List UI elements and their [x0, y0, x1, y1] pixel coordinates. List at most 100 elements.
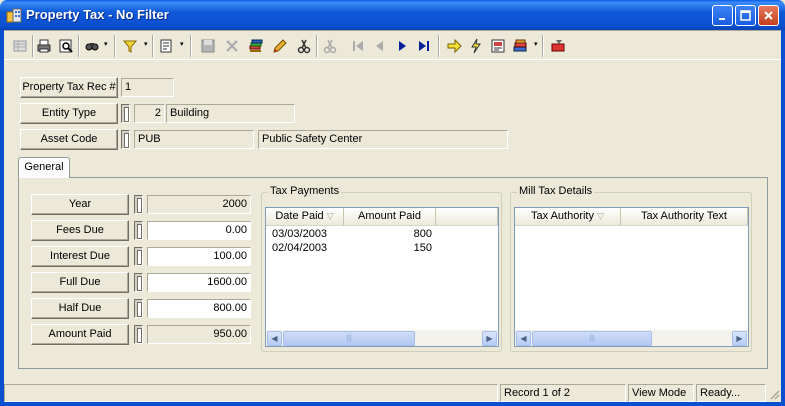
jump-button[interactable] [444, 36, 464, 56]
maximize-icon [740, 10, 751, 21]
scroll-right-icon[interactable]: ▶ [482, 331, 497, 346]
find-button[interactable] [82, 36, 102, 56]
undo-icon [297, 39, 311, 54]
asset-code-field[interactable]: PUB [134, 130, 254, 149]
cut-icon [323, 39, 337, 54]
half-due-label[interactable]: Half Due [31, 298, 129, 319]
amount-paid-field[interactable]: 950.00 [147, 325, 251, 344]
grid-icon [13, 40, 27, 52]
amount-paid-label[interactable]: Amount Paid [31, 324, 129, 345]
scroll-left-icon[interactable]: ◀ [267, 331, 282, 346]
scroll-thumb[interactable]: ||| [283, 331, 415, 346]
entity-type-desc-field: Building [166, 104, 295, 123]
lightning-icon [471, 38, 481, 54]
first-record-button[interactable] [348, 36, 368, 56]
asset-code-desc-field: Public Safety Center [258, 130, 508, 149]
tax-payments-list[interactable]: Date Paid ▽ Amount Paid 03/03/2003 800 0… [265, 207, 499, 347]
preview-button[interactable] [56, 36, 76, 56]
filter-button[interactable] [120, 36, 140, 56]
grid-button[interactable] [10, 36, 30, 56]
table-row-date[interactable]: 02/04/2003 [272, 241, 327, 255]
close-button[interactable] [758, 5, 779, 26]
last-record-button[interactable] [414, 36, 434, 56]
column-header-blank [436, 208, 498, 226]
filter-icon [122, 40, 138, 53]
amount-paid-handle[interactable] [134, 325, 143, 344]
column-header-tax-authority[interactable]: Tax Authority ▽ [515, 208, 621, 226]
edit-button[interactable] [270, 36, 290, 56]
minimize-button[interactable] [712, 5, 733, 26]
entity-type-lookup-handle[interactable] [121, 104, 130, 123]
tab-general[interactable]: General [18, 157, 70, 178]
scroll-left-icon[interactable]: ◀ [516, 331, 531, 346]
last-record-icon [419, 41, 429, 51]
cut-button[interactable] [320, 36, 340, 56]
asset-code-label[interactable]: Asset Code [20, 129, 118, 150]
find-dropdown[interactable]: ▾ [104, 41, 110, 48]
exit-button[interactable] [548, 36, 568, 56]
entity-type-label[interactable]: Entity Type [20, 103, 118, 124]
scroll-thumb[interactable]: ||| [532, 331, 652, 346]
column-header-date-paid[interactable]: Date Paid ▽ [266, 208, 344, 226]
exit-icon [551, 40, 565, 52]
entity-type-code-field[interactable]: 2 [134, 104, 165, 123]
report-icon [160, 39, 172, 53]
full-due-handle[interactable] [134, 273, 143, 292]
table-row-date[interactable]: 03/03/2003 [272, 227, 327, 241]
half-due-handle[interactable] [134, 299, 143, 318]
title-bar: Property Tax - No Filter [0, 0, 785, 30]
first-record-icon [353, 41, 363, 51]
asset-code-lookup-handle[interactable] [121, 130, 130, 149]
table-row-amount[interactable]: 150 [346, 241, 432, 255]
toolbar: ▾ ▾ ▾ ▾ [4, 30, 781, 60]
delete-button[interactable] [222, 36, 242, 56]
minimize-icon [718, 17, 725, 20]
app-icon [6, 8, 22, 23]
property-tax-rec-field[interactable]: 1 [121, 78, 174, 97]
next-record-button[interactable] [392, 36, 412, 56]
interest-due-handle[interactable] [134, 247, 143, 266]
lookup-icon [491, 39, 505, 53]
mill-tax-hscroll[interactable]: ◀ ||| ▶ [515, 329, 748, 346]
year-handle[interactable] [134, 195, 143, 214]
resize-grip-icon[interactable] [768, 388, 780, 400]
undo-button[interactable] [294, 36, 314, 56]
save-button[interactable] [198, 36, 218, 56]
report-button[interactable] [156, 36, 176, 56]
property-tax-rec-label[interactable]: Property Tax Rec # [20, 77, 118, 98]
filter-dropdown[interactable]: ▾ [144, 41, 150, 48]
prev-record-icon [376, 41, 383, 51]
books-dropdown[interactable]: ▾ [534, 41, 540, 48]
print-icon [37, 39, 51, 53]
tax-payments-title: Tax Payments [268, 185, 342, 197]
year-field[interactable]: 2000 [147, 195, 251, 214]
status-bar: Record 1 of 2 View Mode Ready... [4, 384, 781, 402]
lightning-button[interactable] [466, 36, 486, 56]
books-icon [513, 39, 527, 52]
full-due-field[interactable]: 1600.00 [147, 273, 251, 292]
fees-due-field[interactable]: 0.00 [147, 221, 251, 240]
prev-record-button[interactable] [370, 36, 390, 56]
tax-payments-hscroll[interactable]: ◀ ||| ▶ [266, 329, 498, 346]
year-label[interactable]: Year [31, 194, 129, 215]
new-record-icon [249, 39, 263, 52]
maximize-button[interactable] [735, 5, 756, 26]
interest-due-field[interactable]: 100.00 [147, 247, 251, 266]
preview-icon [59, 39, 73, 53]
column-header-tax-authority-text[interactable]: Tax Authority Text [621, 208, 748, 226]
print-button[interactable] [34, 36, 54, 56]
lookup-button[interactable] [488, 36, 508, 56]
report-dropdown[interactable]: ▾ [180, 41, 186, 48]
scroll-right-icon[interactable]: ▶ [732, 331, 747, 346]
mill-tax-list[interactable]: Tax Authority ▽ Tax Authority Text ◀ |||… [514, 207, 749, 347]
fees-due-label[interactable]: Fees Due [31, 220, 129, 241]
fees-due-handle[interactable] [134, 221, 143, 240]
status-mode: View Mode [628, 384, 694, 402]
new-record-button[interactable] [246, 36, 266, 56]
half-due-field[interactable]: 800.00 [147, 299, 251, 318]
books-button[interactable] [510, 36, 530, 56]
interest-due-label[interactable]: Interest Due [31, 246, 129, 267]
table-row-amount[interactable]: 800 [346, 227, 432, 241]
column-header-amount-paid[interactable]: Amount Paid [344, 208, 436, 226]
full-due-label[interactable]: Full Due [31, 272, 129, 293]
